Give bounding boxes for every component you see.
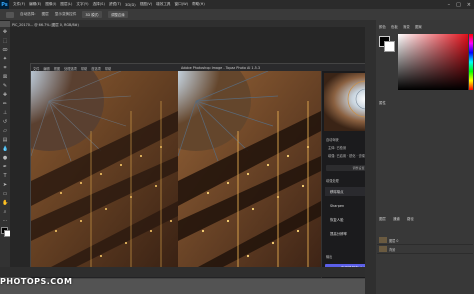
zoom-icon[interactable]: ⌕ [2,209,8,215]
status-bar [0,267,365,277]
tools-panel: ✥ ⬚ ꝏ ✦ ⌗ ⊠ ✎ ✚ ✏ ⊥ ↺ ▱ ▤ 💧 ● ✒ T ➤ ▭ ✋ … [0,27,11,267]
menu-item-file[interactable]: 文件(F) [13,2,25,7]
enhancement-label: Sharpen [330,203,345,208]
processed-preview-image[interactable] [178,71,321,267]
layer-name: 图层 0 [389,239,399,243]
enhancement-label: 移除噪点 [330,190,344,194]
tab-paths[interactable]: 路径 [407,216,414,221]
pen-icon[interactable]: ✒ [2,164,8,170]
enhancements-section-label: 增强处理 [326,179,339,183]
menu-bar: Ps 文件(F) 编辑(E) 图像(I) 图层(L) 文字(Y) 选择(S) 滤… [0,0,474,9]
marquee-icon[interactable]: ⬚ [2,38,8,44]
crop-icon[interactable]: ⌗ [2,65,8,71]
enhancement-label: 恢复人脸 [330,218,344,222]
healing-icon[interactable]: ✚ [2,92,8,98]
frame-icon[interactable]: ⊠ [2,74,8,80]
shape-icon[interactable]: ▭ [2,191,8,197]
export-section-label: 输出 [326,255,333,259]
atrium-photo-original [31,71,178,267]
original-preview-image[interactable] [31,71,178,267]
move-tool-icon[interactable] [6,11,14,18]
minimize-icon[interactable]: – [448,2,451,8]
show-transform-label[interactable]: 显示变换控件 [55,12,77,17]
move-icon[interactable]: ✥ [2,29,8,35]
eyedropper-icon[interactable]: ✎ [2,83,8,89]
tab-gradients[interactable]: 渐变 [403,24,410,29]
blur-icon[interactable]: 💧 [2,146,8,152]
menu-item-type[interactable]: 文字(Y) [76,2,88,7]
gradient-icon[interactable]: ▤ [2,137,8,143]
document-tab-title: PIC_20170... @ 66.7% (图层 0, RGB/8#) [12,22,79,27]
menu-item-filter[interactable]: 滤镜(T) [109,2,121,7]
tab-swatches[interactable]: 色板 [391,24,398,29]
panel-background-swatch[interactable] [384,41,395,52]
layer-thumbnail [379,237,387,243]
brush-icon[interactable]: ✏ [2,101,8,107]
hand-icon[interactable]: ✋ [2,200,8,206]
tab-color[interactable]: 颜色 [379,24,386,29]
autopilot-section-label: 自动驾驶 [326,138,339,142]
atrium-photo-processed [178,71,321,267]
topaz-photo-ai-window: 文件 编辑 视图 处理选项 帮助 首选项 帮助 Adobe Photoshop … [30,63,411,279]
photoshop-logo-icon: Ps [0,0,9,9]
menu-item-help[interactable]: 帮助(H) [192,2,205,7]
layer-row[interactable]: 背景 [377,245,473,254]
auto-select-label[interactable]: 自动选择: [20,12,36,17]
stamp-icon[interactable]: ⊥ [2,110,8,116]
menu-item-view[interactable]: 视图(V) [140,2,152,7]
3d-mode-button[interactable]: 3D 模式: [82,11,103,18]
dialog-title: Adobe Photoshop Image - Topaz Photo AI 1… [180,65,261,70]
autopilot-subject-label[interactable]: 主体: 已检测 [328,145,346,150]
hue-slider[interactable] [469,34,473,90]
magic-wand-icon[interactable]: ✦ [2,56,8,62]
tab-patterns[interactable]: 图案 [415,24,422,29]
photoshop-right-panels: 颜色 色板 渐变 图案 属性 图层 通道 路径 图层 0 背景 [365,20,474,294]
menu-item-select[interactable]: 选择(S) [93,2,105,7]
panel-icon-strip [365,20,376,294]
path-select-icon[interactable]: ➤ [2,182,8,188]
menu-item-edit[interactable]: 编辑(E) [29,2,41,7]
menu-item-3d[interactable]: 3D(D) [125,3,136,7]
layer-row[interactable]: 图层 0 [377,236,473,245]
menu-item-image[interactable]: 图像(I) [45,2,56,7]
dialog-titlebar[interactable]: 文件 编辑 视图 处理选项 帮助 首选项 帮助 Adobe Photoshop … [31,64,410,71]
more-tools-icon[interactable]: ⋯ [2,218,8,224]
history-brush-icon[interactable]: ↺ [2,119,8,125]
color-picker-field[interactable] [398,34,468,90]
adjust-edge-button[interactable]: 调整边缘 [108,11,128,18]
lasso-icon[interactable]: ꝏ [2,47,8,53]
menu-item-layer[interactable]: 图层(L) [60,2,72,7]
autopilot-enhance-label[interactable]: 增强: 已启用 · 锐化 · 去噪 [328,153,365,158]
layer-name: 背景 [389,248,396,252]
layer-thumbnail [379,246,387,252]
dodge-icon[interactable]: ● [2,155,8,161]
watermark-text: PHOTOPS.COM [0,277,73,286]
enhancement-label: 提高分辨率 [330,232,347,236]
close-icon[interactable]: × [467,2,471,8]
tab-layers[interactable]: 图层 [379,216,386,221]
type-icon[interactable]: T [2,173,8,179]
menu-item-window[interactable]: 窗口(W) [175,2,189,7]
eraser-icon[interactable]: ▱ [2,128,8,134]
tab-channels[interactable]: 通道 [393,216,400,221]
menu-item-plugins[interactable]: 增效工具 [156,2,170,7]
maximize-icon[interactable]: □ [456,2,461,8]
tab-properties[interactable]: 属性 [379,100,386,105]
auto-select-target[interactable]: 图层 [42,12,49,17]
document-tab[interactable]: PIC_20170... @ 66.7% (图层 0, RGB/8#) [10,20,370,27]
